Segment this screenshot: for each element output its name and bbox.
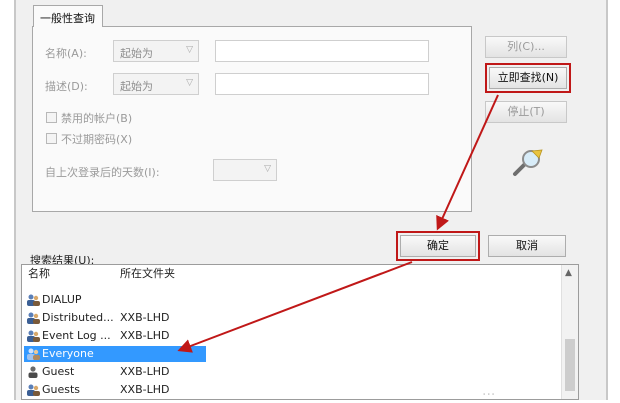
watermark: ··· bbox=[482, 387, 496, 403]
annotation-arrows bbox=[177, 94, 499, 353]
tab-general-query[interactable]: 一般性查询 bbox=[33, 5, 103, 27]
